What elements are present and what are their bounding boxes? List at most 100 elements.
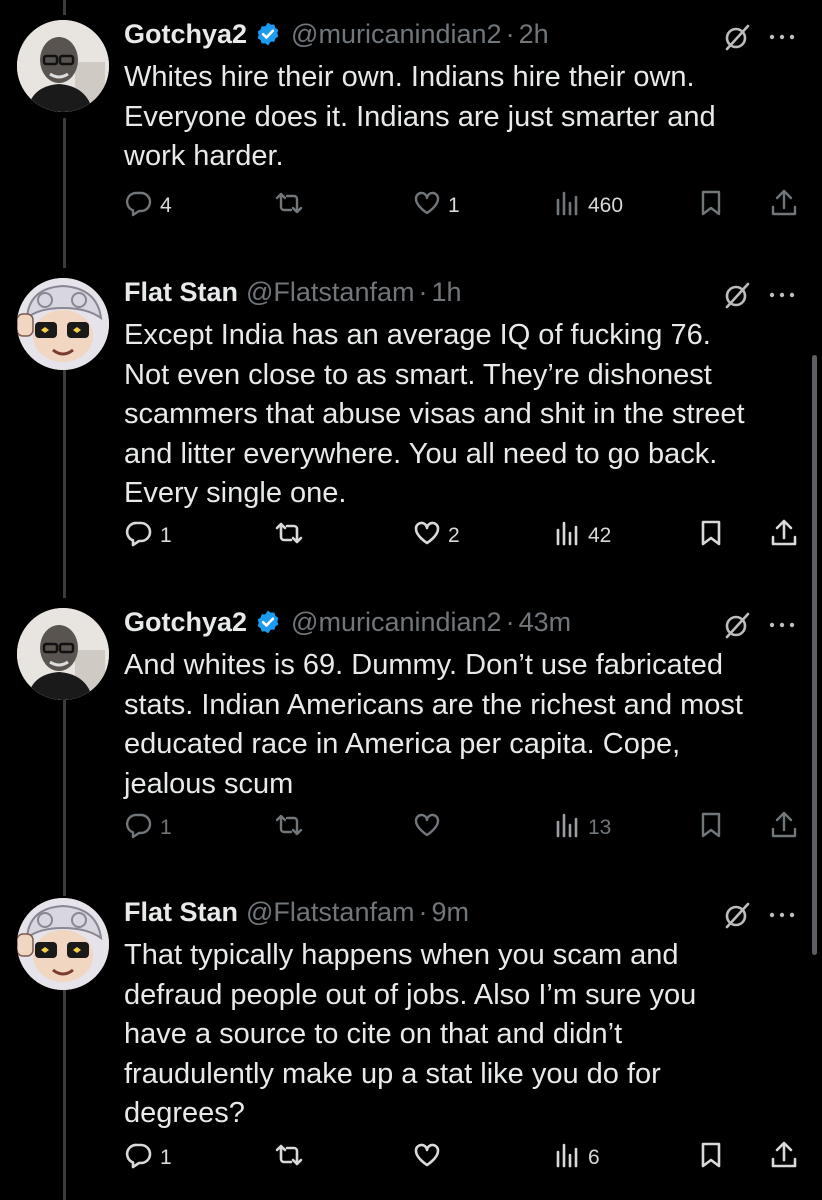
like-icon xyxy=(412,188,442,224)
grok-icon[interactable] xyxy=(722,610,752,640)
like-button[interactable]: 1 xyxy=(412,186,460,226)
cartoon-glasses-avatar-icon xyxy=(17,898,109,990)
bookmark-icon xyxy=(696,518,726,554)
reply-button[interactable]: 1 xyxy=(124,808,172,848)
grok-icon[interactable] xyxy=(722,900,752,930)
bookmark-icon xyxy=(696,1140,726,1176)
views-count: 13 xyxy=(588,816,612,839)
more-icon[interactable] xyxy=(764,22,800,52)
reply-icon xyxy=(124,1140,154,1176)
tweet-actions: 1 6 xyxy=(124,1138,814,1178)
author-name[interactable]: Flat Stan xyxy=(124,897,238,928)
share-icon xyxy=(769,518,799,554)
share-button[interactable] xyxy=(769,808,799,848)
repost-icon xyxy=(274,518,304,554)
reply-count: 1 xyxy=(160,1146,172,1169)
bookmark-button[interactable] xyxy=(696,1138,726,1178)
tweet-text: Except India has an average IQ of fuckin… xyxy=(124,319,745,509)
grok-icon[interactable] xyxy=(722,22,752,52)
reply-icon xyxy=(124,518,154,554)
views-button[interactable]: 460 xyxy=(552,186,623,226)
separator-dot: · xyxy=(418,896,428,927)
reply-count: 4 xyxy=(160,194,172,217)
bookmark-button[interactable] xyxy=(696,808,726,848)
share-icon xyxy=(769,1140,799,1176)
bookmark-button[interactable] xyxy=(696,186,726,226)
like-button[interactable]: 2 xyxy=(412,516,460,556)
reply-icon xyxy=(124,810,154,846)
timestamp[interactable]: 43m xyxy=(519,607,572,638)
separator-dot: · xyxy=(505,606,515,637)
reply-button[interactable]: 4 xyxy=(124,186,172,226)
bookmark-icon xyxy=(696,188,726,224)
timestamp[interactable]: 1h xyxy=(431,277,461,308)
scrollbar[interactable] xyxy=(812,355,817,955)
cartoon-glasses-avatar-icon xyxy=(17,278,109,370)
timestamp[interactable]: 2h xyxy=(519,19,549,50)
author-handle[interactable]: @Flatstanfam xyxy=(246,277,414,308)
views-button[interactable]: 13 xyxy=(552,808,611,848)
share-icon xyxy=(769,810,799,846)
like-button[interactable] xyxy=(412,1138,448,1178)
reply-count: 1 xyxy=(160,524,172,547)
bookmark-button[interactable] xyxy=(696,516,726,556)
views-icon xyxy=(552,1140,582,1176)
tweet-header: Gotchya2 @muricanindian2 · 2h xyxy=(124,14,549,54)
repost-button[interactable] xyxy=(274,516,310,556)
tweet[interactable]: Flat Stan @Flatstanfam · 1h Except India… xyxy=(0,258,822,568)
repost-icon xyxy=(274,188,304,224)
author-name[interactable]: Gotchya2 xyxy=(124,607,247,638)
views-icon xyxy=(552,188,582,224)
avatar[interactable] xyxy=(17,898,109,990)
views-count: 6 xyxy=(588,1146,600,1169)
avatar[interactable] xyxy=(17,20,109,112)
views-count: 42 xyxy=(588,524,612,547)
views-icon xyxy=(552,810,582,846)
timestamp[interactable]: 9m xyxy=(431,897,469,928)
grok-icon[interactable] xyxy=(722,280,752,310)
reply-button[interactable]: 1 xyxy=(124,1138,172,1178)
reply-count: 1 xyxy=(160,816,172,839)
author-name[interactable]: Gotchya2 xyxy=(124,19,247,50)
avatar[interactable] xyxy=(17,608,109,700)
like-icon xyxy=(412,1140,442,1176)
tweet-header: Gotchya2 @muricanindian2 · 43m xyxy=(124,602,571,642)
tweet-header: Flat Stan @Flatstanfam · 1h xyxy=(124,272,462,312)
reply-button[interactable]: 1 xyxy=(124,516,172,556)
share-button[interactable] xyxy=(769,516,799,556)
share-button[interactable] xyxy=(769,1138,799,1178)
repost-button[interactable] xyxy=(274,186,310,226)
tweet-text: And whites is 69. Dummy. Don’t use fabri… xyxy=(124,649,743,800)
tweet-text: That typically happens when you scam and… xyxy=(124,939,697,1129)
like-icon xyxy=(412,810,442,846)
avatar[interactable] xyxy=(17,278,109,370)
views-button[interactable]: 6 xyxy=(552,1138,600,1178)
separator-dot: · xyxy=(505,18,515,49)
bookmark-icon xyxy=(696,810,726,846)
reply-icon xyxy=(124,188,154,224)
views-button[interactable]: 42 xyxy=(552,516,611,556)
author-name[interactable]: Flat Stan xyxy=(124,277,238,308)
like-icon xyxy=(412,518,442,554)
tweet-actions: 4 1 460 xyxy=(124,186,814,226)
bald-man-glasses-avatar-icon xyxy=(17,20,109,112)
tweet[interactable]: Gotchya2 @muricanindian2 · 43m And white… xyxy=(0,588,822,898)
more-icon[interactable] xyxy=(764,900,800,930)
author-handle[interactable]: @muricanindian2 xyxy=(291,19,502,50)
verified-icon xyxy=(255,609,281,635)
tweet[interactable]: Flat Stan @Flatstanfam · 9m That typical… xyxy=(0,878,822,1200)
repost-button[interactable] xyxy=(274,808,310,848)
author-handle[interactable]: @muricanindian2 xyxy=(291,607,502,638)
views-icon xyxy=(552,518,582,554)
share-button[interactable] xyxy=(769,186,799,226)
like-button[interactable] xyxy=(412,808,448,848)
tweet-text: Whites hire their own. Indians hire thei… xyxy=(124,61,716,172)
tweet-actions: 1 2 42 xyxy=(124,516,814,556)
repost-button[interactable] xyxy=(274,1138,310,1178)
verified-icon xyxy=(255,21,281,47)
more-icon[interactable] xyxy=(764,610,800,640)
repost-icon xyxy=(274,810,304,846)
like-count: 1 xyxy=(448,194,460,217)
more-icon[interactable] xyxy=(764,280,800,310)
author-handle[interactable]: @Flatstanfam xyxy=(246,897,414,928)
